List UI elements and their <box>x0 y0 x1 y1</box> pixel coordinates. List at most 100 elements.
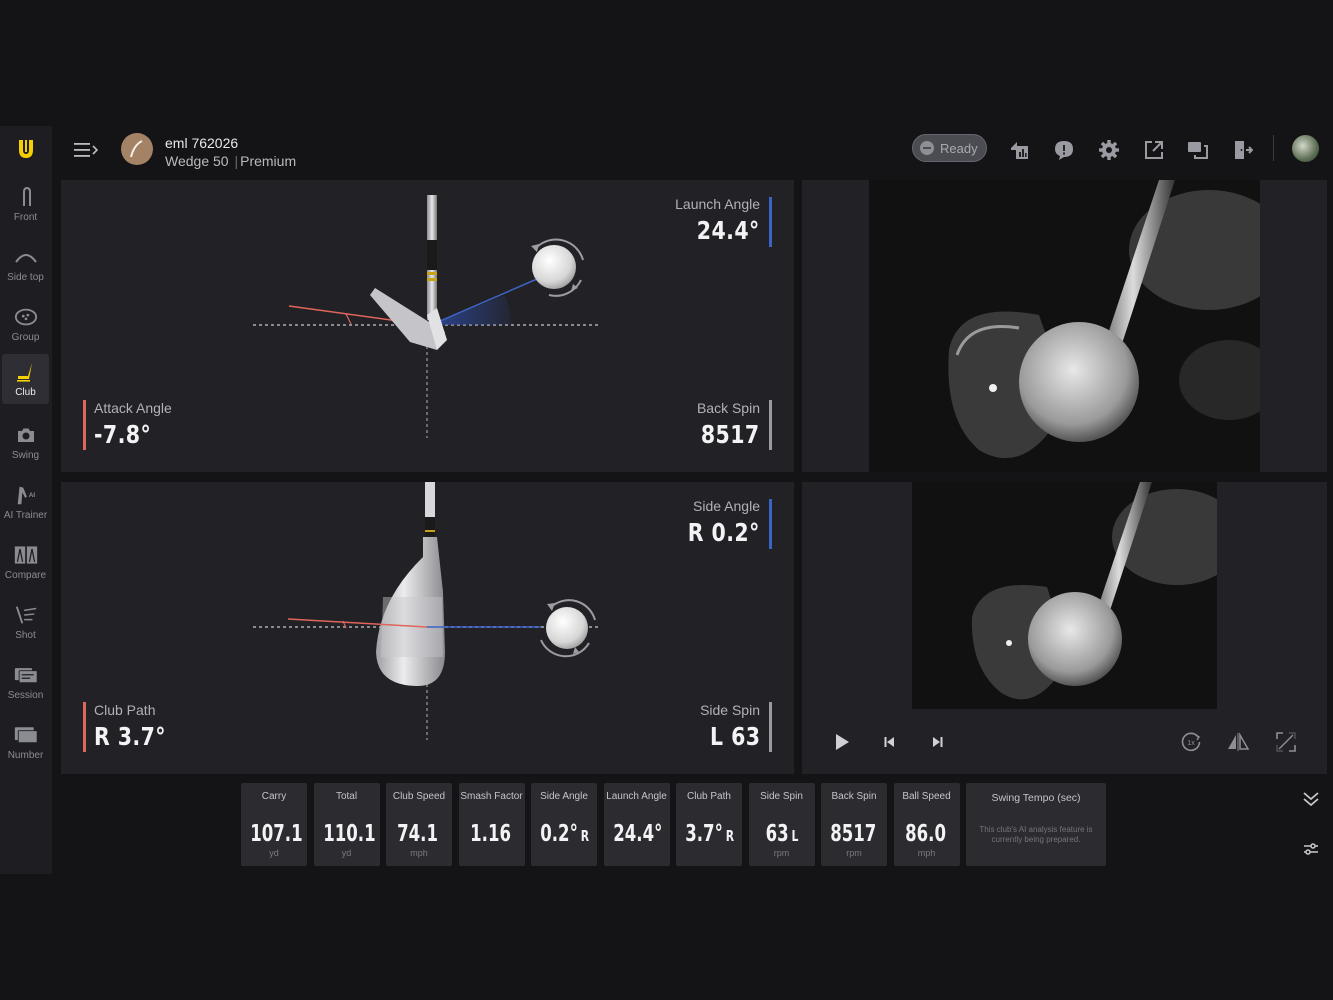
metric-value: 24.4° <box>613 821 662 847</box>
club-path-value: R 3.7° <box>94 722 166 751</box>
sidebar-item-swing[interactable]: Swing <box>2 414 49 470</box>
mirror-flip-icon[interactable] <box>1226 730 1250 754</box>
swing-tempo-note: This club's AI analysis feature is curren… <box>966 825 1106 845</box>
screen-switch-icon[interactable] <box>1186 138 1210 162</box>
sidebar-item-front[interactable]: Front <box>2 176 49 232</box>
share-external-icon[interactable] <box>1142 138 1166 162</box>
sidebar-item-label: Number <box>7 749 44 761</box>
back-spin-label: Back Spin <box>696 400 760 416</box>
ai-trainer-icon: AI <box>14 484 38 506</box>
metric-label: Smash Factor <box>460 791 523 802</box>
play-icon[interactable] <box>830 730 854 754</box>
metric-label: Back Spin <box>831 791 877 802</box>
sidebar-item-session[interactable]: Session <box>2 654 49 710</box>
sidebar-item-shot[interactable]: Shot <box>2 594 49 650</box>
sidebar-item-label: Side top <box>7 271 44 283</box>
metric-value: 110.1 <box>323 821 375 847</box>
attack-angle-label: Attack Angle <box>94 400 172 416</box>
sidebar-item-label: Front <box>13 211 38 223</box>
exit-icon[interactable] <box>1230 138 1254 162</box>
compare-icon <box>14 544 38 566</box>
metric-card-back-spin: Back Spin 8517 rpm <box>821 783 887 866</box>
metric-card-smash-factor: Smash Factor 1.16 <box>458 783 525 866</box>
number-icon <box>14 724 38 746</box>
metric-label: Club Speed <box>392 791 446 802</box>
svg-text:AI: AI <box>28 491 35 498</box>
club-icon <box>14 361 38 383</box>
sidebar-item-ai-trainer[interactable]: AI AI Trainer <box>2 474 49 530</box>
metric-label: Carry <box>261 791 287 802</box>
export-data-icon[interactable] <box>1008 138 1032 162</box>
metric-number: 107.1 <box>250 821 303 847</box>
metric-card-carry: Carry 107.1 yd <box>241 783 307 866</box>
impact-video-panel <box>802 180 1327 472</box>
metric-value: 1.16 <box>468 821 516 847</box>
metric-direction: R <box>580 827 590 845</box>
metric-unit: rpm <box>773 848 790 858</box>
toolbar-divider <box>1273 135 1274 161</box>
metric-number: 8517 <box>830 821 877 847</box>
step-forward-icon[interactable] <box>925 730 949 754</box>
sidebar-item-side-top[interactable]: Side top <box>2 236 49 292</box>
status-indicator-icon <box>920 141 934 155</box>
front-view-icon <box>14 186 38 208</box>
metric-card-launch-angle: Launch Angle 24.4° <box>603 783 670 866</box>
metric-label: Launch Angle <box>606 791 667 802</box>
user-club-info: Wedge 50 | Premium <box>165 153 296 169</box>
metric-value: 3.7° R <box>685 821 735 847</box>
side-top-view-icon <box>14 246 38 268</box>
metric-card-ball-speed: Ball Speed 86.0 mph <box>893 783 960 866</box>
metric-direction: R <box>725 827 735 845</box>
launch-angle-bar <box>769 197 772 247</box>
impact-top-diagram <box>253 482 601 740</box>
metric-card-side-spin: Side Spin 63 L rpm <box>748 783 815 866</box>
impact-side-diagram <box>253 195 601 438</box>
user-name: eml 762026 <box>165 135 239 151</box>
sidebar-item-label: Swing <box>11 449 40 461</box>
sidebar: Front Side top Group Club Swing AI AI Tr… <box>0 126 52 874</box>
metric-card-side-angle: Side Angle 0.2° R <box>531 783 597 866</box>
sidebar-item-compare[interactable]: Compare <box>2 534 49 590</box>
ready-status-button[interactable]: Ready <box>912 134 987 162</box>
step-back-icon[interactable] <box>878 730 902 754</box>
replay-video-frame[interactable] <box>912 482 1217 709</box>
note-line: currently being prepared. <box>991 835 1081 844</box>
metric-unit: yd <box>341 848 352 858</box>
user-avatar[interactable] <box>121 133 153 165</box>
user-tier: Premium <box>240 153 297 169</box>
attack-angle-bar <box>83 400 86 450</box>
impact-video-image <box>869 180 1260 472</box>
replay-video-image <box>912 482 1217 709</box>
metric-label: Side Angle <box>540 791 588 802</box>
profile-picture[interactable] <box>1292 135 1319 162</box>
group-icon <box>14 306 38 328</box>
menu-toggle-icon[interactable] <box>72 138 100 162</box>
filter-sliders-icon[interactable] <box>1298 836 1324 862</box>
back-spin-value: 8517 <box>701 420 760 449</box>
attack-angle-value: -7.8° <box>94 420 152 449</box>
info-separator: | <box>234 153 239 169</box>
alert-icon[interactable] <box>1052 138 1076 162</box>
metric-unit: rpm <box>846 848 862 858</box>
impact-video-frame[interactable] <box>869 180 1260 472</box>
top-bar: eml 762026 Wedge 50 | Premium Ready <box>52 126 1333 174</box>
ready-label: Ready <box>940 140 978 156</box>
sidebar-item-club[interactable]: Club <box>2 354 49 404</box>
settings-gear-icon[interactable] <box>1097 138 1121 162</box>
sidebar-item-group[interactable]: Group <box>2 296 49 352</box>
sidebar-item-label: AI Trainer <box>3 509 48 521</box>
playback-speed-icon[interactable]: 1x <box>1179 730 1203 754</box>
metric-unit: mph <box>917 848 936 858</box>
impact-top-panel: Side Angle R 0.2° Club Path R 3.7° Side … <box>61 482 794 774</box>
session-icon <box>14 664 38 686</box>
sidebar-item-number[interactable]: Number <box>2 714 49 770</box>
impact-side-panel: Launch Angle 24.4° Attack Angle -7.8° Ba… <box>61 180 794 472</box>
sidebar-item-label: Group <box>11 331 40 343</box>
camera-icon <box>14 424 38 446</box>
fullscreen-icon[interactable] <box>1274 730 1298 754</box>
metric-value: 0.2° R <box>540 821 590 847</box>
collapse-chevron-icon[interactable] <box>1298 786 1324 812</box>
metric-label: Total <box>335 791 358 802</box>
metric-card-swing-tempo: Swing Tempo (sec) This club's AI analysi… <box>966 783 1106 866</box>
note-line: This club's AI analysis feature is <box>979 825 1093 834</box>
